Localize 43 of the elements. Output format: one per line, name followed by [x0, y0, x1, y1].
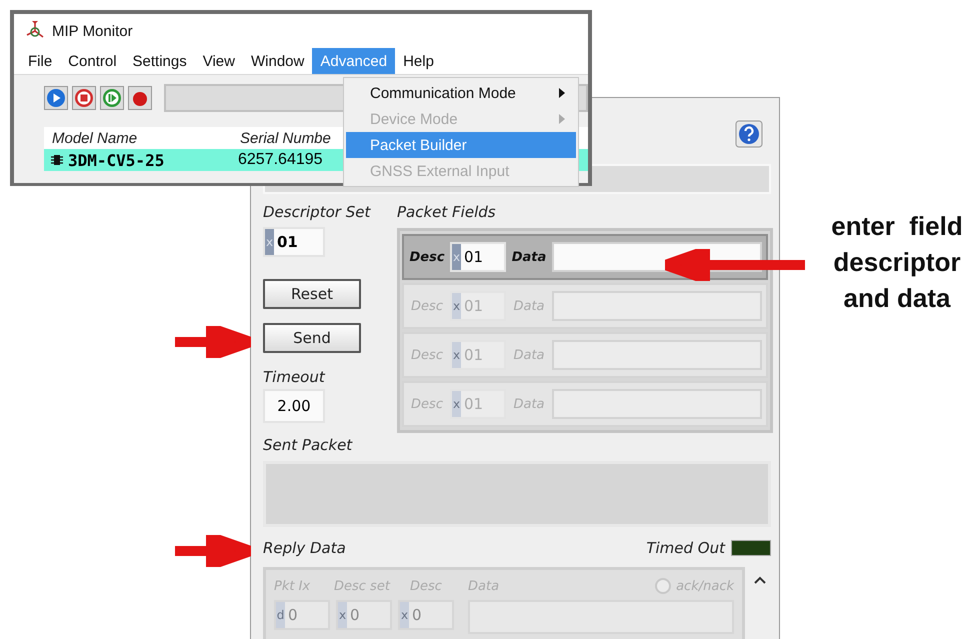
data-label: Data	[512, 396, 546, 412]
desc-label: Desc	[410, 298, 444, 314]
timeout-label: Timeout	[263, 367, 325, 387]
reply-value-field: x 0	[398, 600, 454, 630]
reply-value-field: d 0	[274, 600, 330, 630]
column-header: Model Name	[52, 130, 138, 146]
descriptor-set-label: Descriptor Set	[263, 202, 370, 222]
descriptor-set-field[interactable]: x 01	[263, 227, 325, 257]
menu-item[interactable]: File	[20, 48, 60, 74]
packet-fields-label: Packet Fields	[397, 202, 497, 222]
desc-field[interactable]: x 01	[450, 242, 506, 272]
chip-icon	[50, 153, 64, 167]
menu-item[interactable]: Window	[242, 48, 312, 74]
desc-label: Desc	[410, 396, 444, 412]
step-icon[interactable]	[100, 86, 124, 110]
timeout-field[interactable]: 2.00	[263, 389, 325, 423]
table-cell-text: 3DM-CV5-25	[68, 150, 166, 170]
window-title: MIP Monitor	[52, 22, 133, 40]
reply-value-field: x 0	[336, 600, 392, 630]
reply-data-label: Reply Data	[263, 538, 346, 558]
stop-icon[interactable]	[72, 86, 96, 110]
desc-label: Desc	[408, 250, 446, 264]
radio-icon[interactable]	[654, 577, 672, 595]
scroll-up-icon[interactable]	[753, 575, 767, 585]
record-icon[interactable]	[128, 86, 152, 110]
desc-label: Desc	[410, 348, 444, 362]
timed-out-label: Timed Out	[646, 538, 725, 558]
send-button[interactable]: Send	[263, 323, 361, 353]
menu-item[interactable]: View	[194, 48, 243, 74]
data-label: Data	[510, 250, 548, 264]
menu-item[interactable]: Communication Mode	[346, 80, 576, 106]
annotation-text: enter field descriptor and data	[830, 210, 964, 315]
menu-item[interactable]: Control	[60, 48, 125, 74]
help-icon[interactable]	[735, 120, 763, 148]
menu-item[interactable]: Settings	[124, 48, 195, 74]
reset-button[interactable]: Reset	[263, 279, 361, 309]
play-icon[interactable]	[44, 86, 68, 110]
column-header: Serial Numbe	[240, 130, 331, 146]
data-label: Data	[512, 298, 546, 314]
menu-item[interactable]: Help	[395, 48, 442, 74]
table-cell: 6257.64195	[238, 151, 323, 169]
sent-packet-label: Sent Packet	[263, 435, 352, 455]
data-label: Data	[512, 348, 546, 362]
